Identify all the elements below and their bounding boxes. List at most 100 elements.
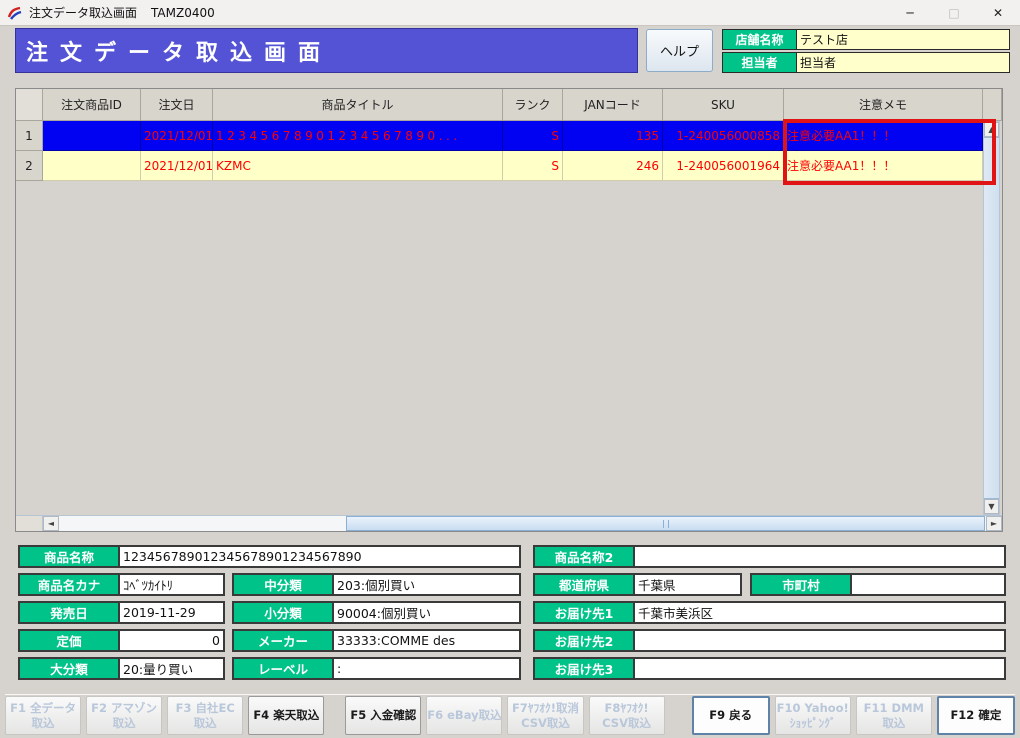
address2-value[interactable]: [635, 631, 1004, 650]
maker-value[interactable]: 33333:COMME des: [334, 631, 519, 650]
store-name-value[interactable]: テスト店: [797, 30, 1009, 49]
vertical-scrollbar[interactable]: ▲ ▼: [983, 121, 1000, 515]
large-category-value[interactable]: 20:量り買い: [120, 659, 223, 678]
scroll-up-icon[interactable]: ▲: [984, 122, 999, 137]
cell-memo[interactable]: 注意必要AA1！！！: [784, 121, 983, 151]
maker-label: メーカー: [234, 631, 334, 650]
cell-sku[interactable]: 1-240056001964: [663, 151, 784, 181]
fkey-f10-yahoo-shopping: F10 Yahoo!ｼｮｯﾋﾟﾝｸﾞ: [775, 696, 851, 735]
product-name-label: 商品名称: [20, 547, 120, 566]
address1-label: お届け先1: [535, 603, 635, 622]
horizontal-scroll-thumb[interactable]: [346, 516, 985, 531]
scroll-left-icon[interactable]: ◄: [43, 516, 59, 531]
fkey-f7-yafuoku-cancel-csv-import: F7ﾔﾌｵｸ!取消CSV取込: [507, 696, 583, 735]
fkey-f6-ebay-import: F6 eBay取込: [426, 696, 502, 735]
store-name-label: 店舗名称: [723, 30, 797, 49]
fkey-f5-payment-confirm[interactable]: F5 入金確認: [345, 696, 421, 735]
col-header-sku[interactable]: SKU: [663, 89, 784, 121]
store-name-field: 店舗名称 テスト店: [722, 29, 1010, 50]
cell-jan[interactable]: 246: [563, 151, 663, 181]
staff-label: 担当者: [723, 53, 797, 72]
fkey-f1-all-data-import: F1 全データ取込: [5, 696, 81, 735]
product-name-value[interactable]: 123456789012345678901234567890: [120, 547, 519, 566]
product-kana-value[interactable]: ｺﾍﾞﾂｶｲﾄﾘ: [120, 575, 223, 594]
field-city: 市町村: [750, 573, 1006, 596]
mid-category-value[interactable]: 203:個別買い: [334, 575, 519, 594]
app-icon: [7, 5, 23, 21]
address3-value[interactable]: [635, 659, 1004, 678]
scrollbar-stub: [16, 516, 43, 531]
sub-category-label: 小分類: [234, 603, 334, 622]
cell-memo[interactable]: 注意必要AA1！！！: [784, 151, 983, 181]
grid-header-row: 注文商品ID 注文日 商品タイトル ランク JANコード SKU 注意メモ: [16, 89, 1002, 121]
cell-order-date[interactable]: 2021/12/01: [141, 151, 213, 181]
cell-jan[interactable]: 135: [563, 121, 663, 151]
cell-title[interactable]: KZMC: [213, 151, 503, 181]
scroll-right-icon[interactable]: ►: [986, 516, 1002, 531]
window-code: TAMZ0400: [151, 6, 215, 20]
cell-order-id[interactable]: [43, 121, 141, 151]
cell-sku[interactable]: 1-240056000858: [663, 121, 784, 151]
fkey-f4-rakuten-import[interactable]: F4 楽天取込: [248, 696, 324, 735]
grid-header-filler: [983, 89, 1002, 121]
list-price-value[interactable]: 0: [120, 631, 223, 650]
grid-corner-cell: [16, 89, 43, 121]
cell-rank[interactable]: S: [503, 151, 563, 181]
vertical-scroll-track[interactable]: [984, 137, 999, 499]
col-header-jan-code[interactable]: JANコード: [563, 89, 663, 121]
fkey-f3-own-ec-import: F3 自社EC取込: [167, 696, 243, 735]
fkey-f12-confirm[interactable]: F12 確定: [937, 696, 1015, 735]
cell-rank[interactable]: S: [503, 121, 563, 151]
field-address3: お届け先3: [533, 657, 1006, 680]
grid-row-1-selected[interactable]: 1 2021/12/01 12345678901234567890... S 1…: [16, 121, 1002, 151]
scroll-grip: [663, 520, 669, 528]
close-button[interactable]: ✕: [976, 0, 1020, 25]
function-key-bar: F1 全データ取込 F2 アマゾン取込 F3 自社EC取込 F4 楽天取込 F5…: [5, 694, 1015, 735]
label-value[interactable]: :: [334, 659, 519, 678]
field-mid-category: 中分類 203:個別買い: [232, 573, 521, 596]
help-button[interactable]: ヘルプ: [646, 29, 713, 72]
grid-row-2[interactable]: 2 2021/12/01 KZMC S 246 1-240056001964 注…: [16, 151, 1002, 181]
field-large-category: 大分類 20:量り買い: [18, 657, 225, 680]
staff-field: 担当者 担当者: [722, 52, 1010, 73]
sub-category-value[interactable]: 90004:個別買い: [334, 603, 519, 622]
scroll-down-icon[interactable]: ▼: [984, 499, 999, 514]
address2-label: お届け先2: [535, 631, 635, 650]
horizontal-scroll-track[interactable]: [59, 516, 986, 531]
col-header-rank[interactable]: ランク: [503, 89, 563, 121]
row-number[interactable]: 2: [16, 151, 43, 181]
cell-order-id[interactable]: [43, 151, 141, 181]
row-number[interactable]: 1: [16, 121, 43, 151]
field-address2: お届け先2: [533, 629, 1006, 652]
staff-value[interactable]: 担当者: [797, 53, 1009, 72]
field-release-date: 発売日 2019-11-29: [18, 601, 225, 624]
field-label: レーベル :: [232, 657, 521, 680]
app-window: 注文データ取込画面 TAMZ0400 ─ □ ✕ 注文データ取込画面 ヘルプ 店…: [0, 0, 1020, 738]
product-name2-value[interactable]: [635, 547, 1004, 566]
cell-title[interactable]: 12345678901234567890...: [213, 121, 503, 151]
prefecture-value[interactable]: 千葉県: [635, 575, 740, 594]
field-maker: メーカー 33333:COMME des: [232, 629, 521, 652]
prefecture-label: 都道府県: [535, 575, 635, 594]
fkey-f9-back[interactable]: F9 戻る: [692, 696, 770, 735]
city-value[interactable]: [852, 575, 1004, 594]
product-kana-label: 商品名カナ: [20, 575, 120, 594]
horizontal-scrollbar[interactable]: ◄ ►: [16, 515, 1002, 531]
minimize-button[interactable]: ─: [888, 0, 932, 25]
label-label: レーベル: [234, 659, 334, 678]
address3-label: お届け先3: [535, 659, 635, 678]
release-date-value[interactable]: 2019-11-29: [120, 603, 223, 622]
col-header-memo[interactable]: 注意メモ: [784, 89, 983, 121]
fkey-f2-amazon-import: F2 アマゾン取込: [86, 696, 162, 735]
field-prefecture: 都道府県 千葉県: [533, 573, 742, 596]
address1-value[interactable]: 千葉市美浜区: [635, 603, 1004, 622]
field-product-kana: 商品名カナ ｺﾍﾞﾂｶｲﾄﾘ: [18, 573, 225, 596]
col-header-product-title[interactable]: 商品タイトル: [213, 89, 503, 121]
window-title: 注文データ取込画面: [29, 4, 137, 21]
maximize-button[interactable]: □: [932, 0, 976, 25]
large-category-label: 大分類: [20, 659, 120, 678]
col-header-order-date[interactable]: 注文日: [141, 89, 213, 121]
col-header-order-item-id[interactable]: 注文商品ID: [43, 89, 141, 121]
field-address1: お届け先1 千葉市美浜区: [533, 601, 1006, 624]
cell-order-date[interactable]: 2021/12/01: [141, 121, 213, 151]
